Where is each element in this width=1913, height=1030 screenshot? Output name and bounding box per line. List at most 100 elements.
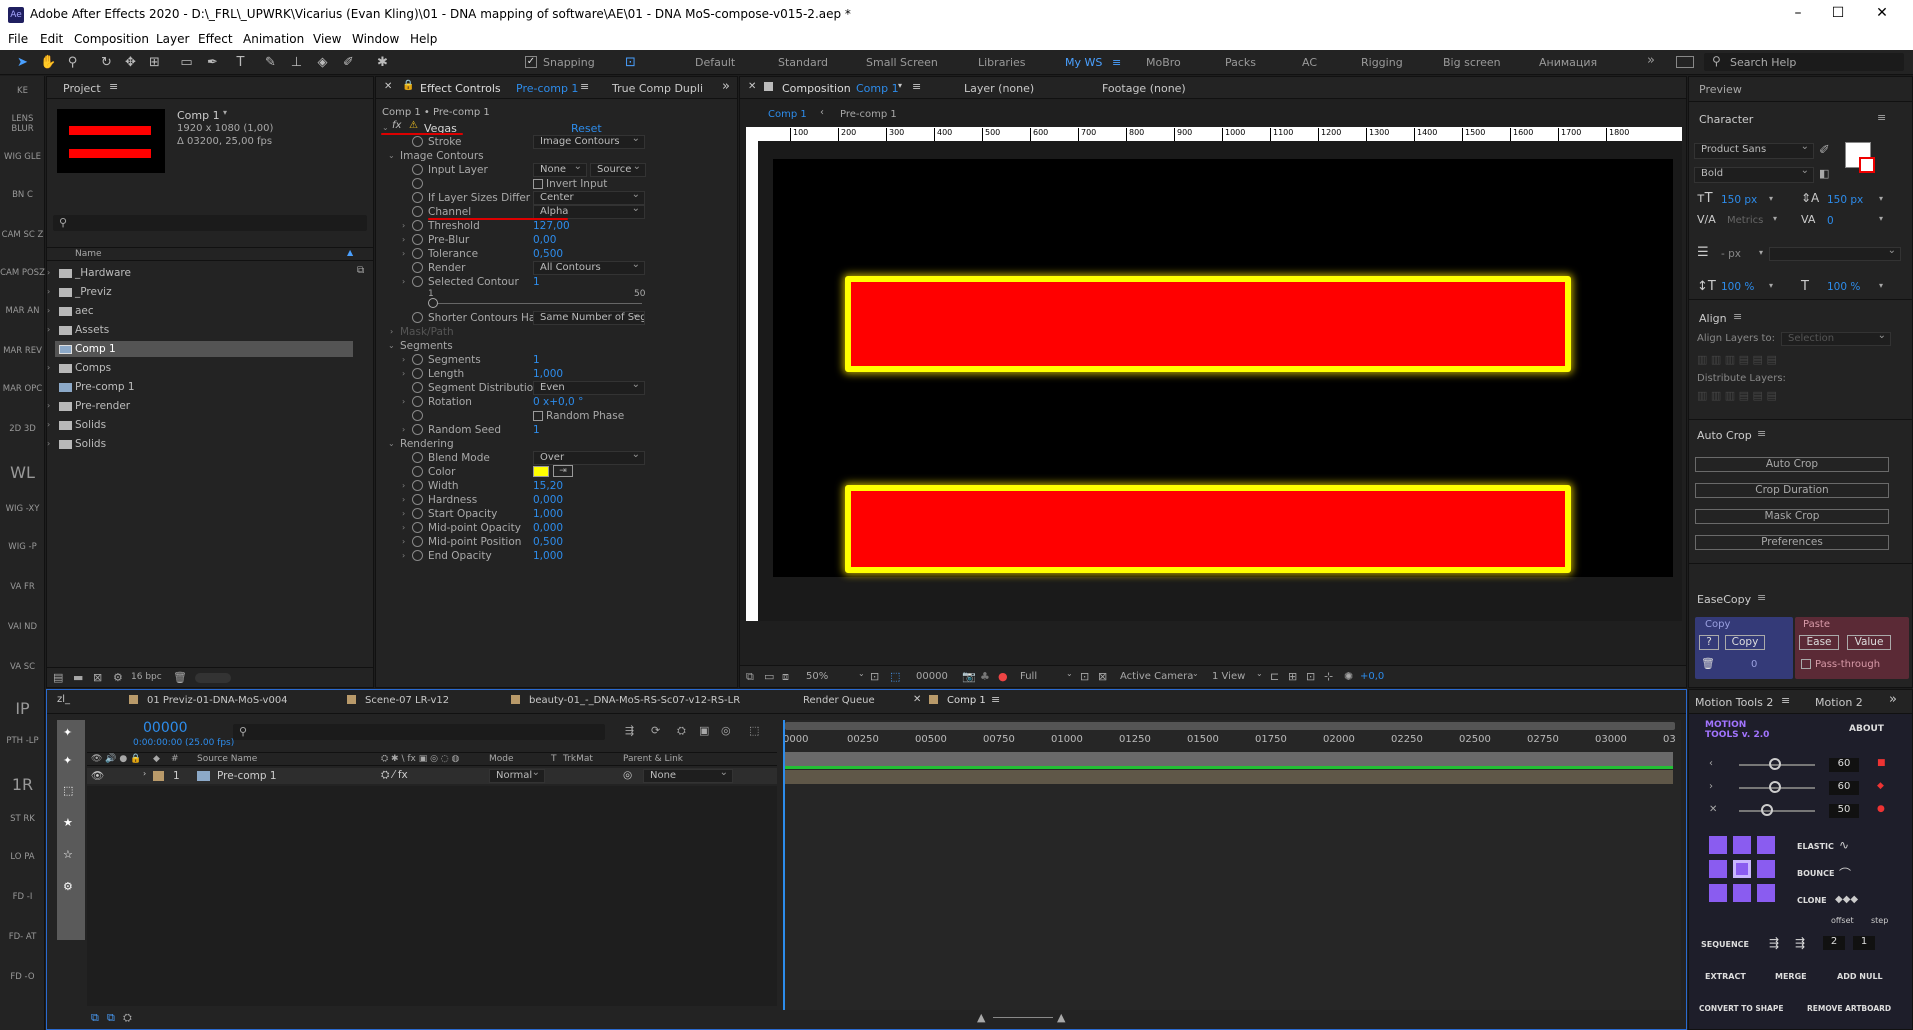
trash-icon[interactable]: 🗑	[173, 671, 187, 684]
stopwatch-icon[interactable]	[412, 276, 423, 287]
fx-property-row[interactable]: › Segments 1	[376, 353, 737, 367]
script-btn-wig-p[interactable]: WIG -P	[0, 542, 45, 552]
time-graph[interactable]: 0000 00250 00500 00750 01000 01250 01500 01750 0…	[783, 720, 1681, 1010]
comp-mini-flowchart-icon[interactable]: ⇶	[625, 724, 634, 737]
script-btn-mar-opc[interactable]: MAR OPC	[0, 384, 45, 394]
stopwatch-icon[interactable]	[412, 396, 423, 407]
lock-icon[interactable]: 🔒	[402, 80, 414, 91]
fx-property-row[interactable]: Shorter Contours HaveSame Number of Segm…	[376, 311, 737, 325]
zoom-dropdown[interactable]: 50%	[806, 671, 828, 682]
composition-tab[interactable]: Composition	[782, 82, 851, 95]
channel-icon[interactable]: ●	[998, 670, 1008, 683]
fx-property-row[interactable]: ⌄ Segments	[376, 339, 737, 353]
close-tab-icon[interactable]: ✕	[913, 694, 921, 705]
preferences-button[interactable]: Preferences	[1695, 535, 1889, 550]
stopwatch-icon[interactable]	[412, 354, 423, 365]
true-comp-duplicator-tab[interactable]: True Comp Dupli	[612, 82, 703, 95]
script-btn-cam-scz[interactable]: CAM SC Z	[0, 230, 45, 240]
panel-menu-icon[interactable]: ≡	[1781, 694, 1790, 707]
horizontal-scale-value[interactable]: 100 %	[1827, 281, 1860, 293]
fx-property-value[interactable]: 127,00	[533, 220, 570, 232]
crop-duration-button[interactable]: Crop Duration	[1695, 483, 1889, 498]
project-item[interactable]: › Solids	[47, 436, 373, 452]
align-buttons[interactable]: ▥ ▥ ▥ ▤ ▤ ▤	[1697, 353, 1903, 366]
thumbnail-slider[interactable]	[195, 673, 231, 683]
fx-property-value[interactable]: 0,000	[533, 522, 563, 534]
script-btn-va-fr[interactable]: VA FR	[0, 582, 45, 592]
fx-toggle-icon[interactable]: fx	[392, 120, 401, 131]
fx-property-value[interactable]: 1,000	[533, 550, 563, 562]
in-out-toggle-icon[interactable]: ⛭	[123, 1011, 132, 1025]
fx-property-row[interactable]: › Width 15,20	[376, 479, 737, 493]
menu-file[interactable]: File	[8, 32, 28, 46]
fx-property-row[interactable]: Color ⇥	[376, 465, 737, 479]
maximize-icon[interactable]: ☐	[1818, 5, 1858, 21]
panel-menu-icon[interactable]: ≡	[109, 80, 118, 93]
layer-switches-toggle-icon[interactable]: ⧉	[91, 1011, 99, 1025]
zoom-tool-icon[interactable]: ⚲	[64, 54, 81, 71]
effect-controls-tab[interactable]: Effect Controls	[420, 82, 501, 95]
fx-property-dropdown[interactable]: Same Number of Segme	[533, 311, 645, 325]
about-button[interactable]: ABOUT	[1849, 724, 1884, 734]
panel-menu-icon[interactable]: ≡	[991, 693, 1000, 706]
stopwatch-icon[interactable]	[412, 178, 423, 189]
eyedropper-icon[interactable]: ⇥	[553, 465, 573, 477]
script-btn-wl[interactable]: WL	[0, 464, 45, 482]
timeline-tab[interactable]: 01 Previz-01-DNA-MoS-v004	[147, 695, 288, 706]
script-btn-mar-an[interactable]: MAR AN	[0, 306, 45, 316]
stroke-color-swatch[interactable]	[1859, 157, 1875, 173]
bounding-box-icon[interactable]: ⬚	[63, 784, 73, 797]
script-btn-wig-xy[interactable]: WIG -XY	[0, 504, 45, 514]
stopwatch-icon[interactable]	[412, 494, 423, 505]
render-queue-tab[interactable]: Render Queue	[803, 695, 875, 706]
selected-contour-slider[interactable]	[432, 303, 642, 304]
menu-view[interactable]: View	[313, 32, 341, 46]
timeline-tab[interactable]: beauty-01_-_DNA-MoS-RS-Sc07-v12-RS-LR	[529, 695, 740, 706]
project-item[interactable]: › Pre-render	[47, 398, 373, 414]
script-btn-fd-o[interactable]: FD -O	[0, 972, 45, 982]
script-btn-ke[interactable]: KE	[0, 86, 45, 96]
panel-menu-icon[interactable]: ≡	[912, 80, 921, 93]
fx-property-row[interactable]: Blend Mode Over	[376, 451, 737, 465]
stopwatch-icon[interactable]	[412, 164, 423, 175]
script-btn-st-rk[interactable]: ST RK	[0, 814, 45, 824]
fx-property-dropdown[interactable]: None	[533, 163, 587, 177]
fx-property-value[interactable]: 1	[533, 424, 540, 436]
panel-menu-icon[interactable]: ≡	[1733, 310, 1742, 323]
workspace-rigging[interactable]: Rigging	[1361, 56, 1403, 69]
panel-menu-icon[interactable]: ≡	[1757, 591, 1766, 604]
current-time-display[interactable]: 00000	[916, 671, 948, 682]
merge-button[interactable]: MERGE	[1775, 972, 1807, 981]
extract-button[interactable]: EXTRACT	[1705, 972, 1746, 981]
layer-tab[interactable]: Layer (none)	[964, 82, 1034, 95]
new-folder-icon[interactable]: ▬	[73, 671, 83, 684]
slider-knob[interactable]	[428, 298, 438, 308]
fx-property-row[interactable]: › Random Seed 1	[376, 423, 737, 437]
script-btn-fd-at[interactable]: FD- AT	[0, 932, 45, 942]
fx-property-value[interactable]: 1	[533, 354, 540, 366]
fx-reset-link[interactable]: Reset	[571, 122, 602, 135]
easecopy-panel-title[interactable]: EaseCopy	[1697, 593, 1751, 606]
fx-property-row[interactable]: › Start Opacity 1,000	[376, 507, 737, 521]
stroke-style-dropdown[interactable]	[1769, 247, 1901, 261]
trkmat-header[interactable]: TrkMat	[563, 754, 593, 764]
stopwatch-icon[interactable]	[412, 262, 423, 273]
copy-button[interactable]: Copy	[1725, 635, 1765, 650]
ease-out-knob[interactable]	[1769, 781, 1781, 793]
fx-property-row[interactable]: If Layer Sizes Differ Center	[376, 191, 737, 205]
fx-property-dropdown[interactable]: Center	[533, 191, 645, 205]
workspace-menu-icon[interactable]: ≡	[1112, 56, 1121, 69]
project-item[interactable]: › Comps	[47, 360, 373, 376]
fx-property-value[interactable]: 0,500	[533, 536, 563, 548]
red-bar-bottom[interactable]	[845, 485, 1571, 573]
stopwatch-icon[interactable]	[412, 550, 423, 561]
workspace-my-ws[interactable]: My WS	[1065, 56, 1102, 69]
horizontal-scale-chevron-icon[interactable]: ▾	[1879, 281, 1883, 290]
fx-property-row[interactable]: 1 50	[376, 289, 737, 311]
workspace-mobro[interactable]: MoBro	[1146, 56, 1181, 69]
stopwatch-icon[interactable]	[412, 424, 423, 435]
script-btn-ip[interactable]: IP	[0, 700, 45, 718]
script-btn-cam-posz[interactable]: CAM POSZ	[0, 268, 45, 278]
convert-to-shape-button[interactable]: CONVERT TO SHAPE	[1699, 1004, 1783, 1013]
ease-both-value[interactable]: 50	[1829, 804, 1859, 818]
